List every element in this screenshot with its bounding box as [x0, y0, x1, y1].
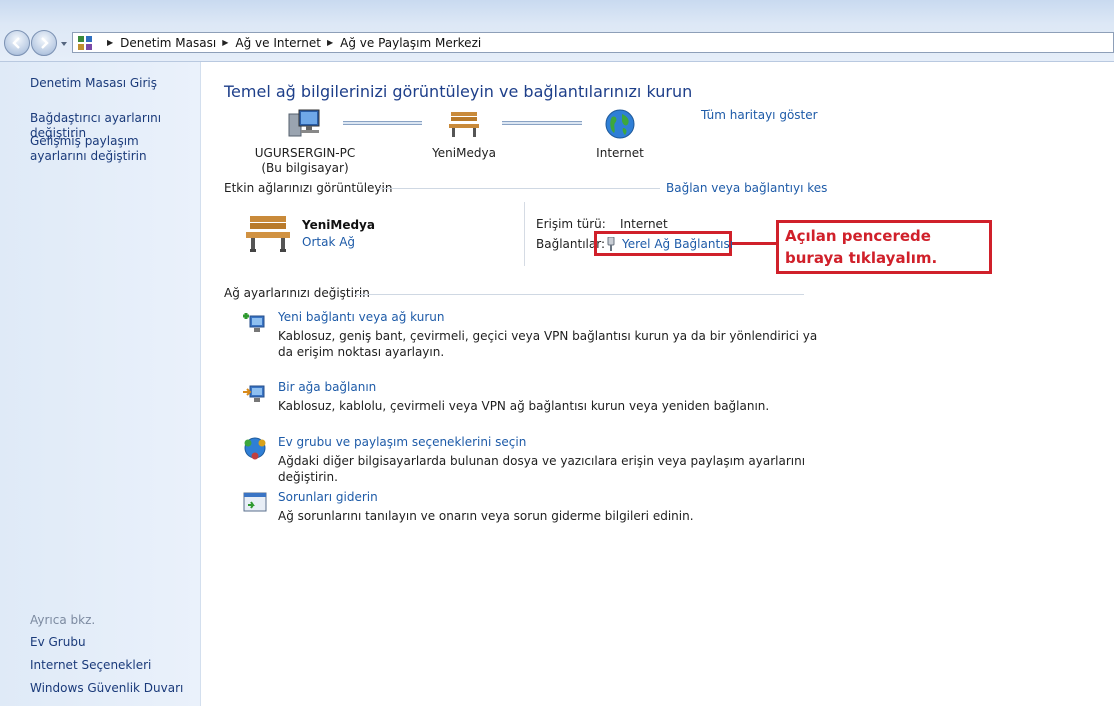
new-connection-icon — [243, 313, 265, 332]
breadcrumb-separator-icon[interactable]: ▶ — [327, 38, 333, 47]
section-divider — [355, 294, 804, 295]
bench-icon — [449, 112, 479, 137]
map-node-computer[interactable]: UGURSERGIN-PC (Bu bilgisayar) — [250, 108, 360, 176]
forward-arrow-icon — [41, 37, 49, 49]
new-connection-link[interactable]: Yeni bağlantı veya ağ kurun — [278, 310, 444, 324]
breadcrumb-separator-icon[interactable]: ▶ — [222, 38, 228, 47]
homegroup-link[interactable]: Ev Grubu — [30, 635, 86, 650]
connect-network-description: Kablosuz, kablolu, çevirmeli veya VPN ağ… — [278, 399, 770, 413]
left-nav-pane: Denetim Masası Giriş Bağdaştırıcı ayarla… — [0, 62, 201, 706]
active-networks-heading: Etkin ağlarınızı görüntüleyin — [224, 181, 393, 195]
troubleshoot-link[interactable]: Sorunları giderin — [278, 490, 378, 504]
local-area-connection-label: Yerel Ağ Bağlantısı — [622, 237, 734, 251]
control-panel-icon — [78, 35, 92, 50]
annotation-callout: Açılan pencerede buraya tıklayalım. — [776, 220, 992, 274]
local-area-connection-link[interactable]: Yerel Ağ Bağlantısı — [606, 237, 733, 251]
active-network-name: YeniMedya — [302, 218, 375, 232]
connect-disconnect-link[interactable]: Bağlan veya bağlantıyı kes — [666, 181, 827, 195]
breadcrumb-network-internet[interactable]: Ağ ve Internet — [235, 36, 321, 50]
computer-name: UGURSERGIN-PC — [254, 146, 356, 160]
advanced-sharing-settings-link[interactable]: Gelişmiş paylaşım ayarlarını değiştirin — [30, 134, 190, 164]
globe-icon — [605, 109, 635, 139]
homegroup-icon — [244, 437, 266, 460]
back-arrow-icon — [12, 37, 20, 49]
see-also-heading: Ayrıca bkz. — [30, 613, 96, 627]
breadcrumb-control-panel[interactable]: Denetim Masası — [120, 36, 216, 50]
map-node-network[interactable]: YeniMedya — [420, 108, 508, 161]
troubleshoot-icon — [243, 492, 267, 512]
connect-network-link[interactable]: Bir ağa bağlanın — [278, 380, 376, 394]
breadcrumb-separator-icon[interactable]: ▶ — [107, 38, 113, 47]
connect-network-icon — [243, 385, 265, 402]
back-button[interactable] — [4, 30, 30, 56]
forward-button[interactable] — [31, 30, 57, 56]
control-panel-home-link[interactable]: Denetim Masası Giriş — [30, 76, 157, 91]
recent-pages-dropdown[interactable] — [60, 40, 68, 48]
section-divider — [378, 188, 660, 189]
annotation-connector — [732, 242, 778, 245]
bench-icon — [246, 216, 290, 252]
page-title: Temel ağ bilgilerinizi görüntüleyin ve b… — [224, 82, 693, 101]
task-new-connection: Yeni bağlantı veya ağ kurun Kablosuz, ge… — [242, 310, 822, 360]
address-bar[interactable]: ▶ Denetim Masası ▶ Ağ ve Internet ▶ Ağ v… — [72, 32, 1114, 53]
internet-options-link[interactable]: Internet Seçenekleri — [30, 658, 151, 673]
access-type-label: Erişim türü: — [536, 217, 606, 231]
task-homegroup-sharing: Ev grubu ve paylaşım seçeneklerini seçin… — [242, 435, 822, 484]
map-node-internet[interactable]: Internet — [584, 108, 656, 161]
access-type-value: Internet — [620, 217, 668, 231]
address-toolbar: ▶ Denetim Masası ▶ Ağ ve Internet ▶ Ağ v… — [0, 0, 1114, 62]
troubleshoot-description: Ağ sorunlarını tanılayın ve onarın veya … — [278, 509, 694, 523]
cable-plug-icon — [607, 237, 615, 251]
task-troubleshoot: Sorunları giderin Ağ sorunlarını tanılay… — [242, 490, 822, 526]
breadcrumb: ▶ Denetim Masası ▶ Ağ ve Internet ▶ Ağ v… — [101, 36, 481, 50]
internet-label: Internet — [596, 146, 644, 160]
vertical-divider — [524, 202, 525, 266]
change-settings-heading: Ağ ayarlarınızı değiştirin — [224, 286, 370, 300]
homegroup-sharing-description: Ağdaki diğer bilgisayarlarda bulunan dos… — [278, 454, 806, 484]
network-type-link[interactable]: Ortak Ağ — [302, 235, 355, 249]
new-connection-description: Kablosuz, geniş bant, çevirmeli, geçici … — [278, 329, 818, 359]
network-map-name: YeniMedya — [432, 146, 496, 160]
homegroup-sharing-link[interactable]: Ev grubu ve paylaşım seçeneklerini seçin — [278, 435, 526, 449]
see-full-map-link[interactable]: Tüm haritayı göster — [701, 108, 818, 122]
map-connection-line — [343, 121, 422, 125]
computer-subtitle: (Bu bilgisayar) — [261, 161, 349, 175]
map-connection-line — [502, 121, 582, 125]
computer-icon — [288, 109, 320, 137]
breadcrumb-network-sharing-center[interactable]: Ağ ve Paylaşım Merkezi — [340, 36, 481, 50]
windows-firewall-link[interactable]: Windows Güvenlik Duvarı — [30, 681, 183, 696]
task-connect-network: Bir ağa bağlanın Kablosuz, kablolu, çevi… — [242, 380, 822, 416]
main-content: Temel ağ bilgilerinizi görüntüleyin ve b… — [202, 62, 1114, 706]
